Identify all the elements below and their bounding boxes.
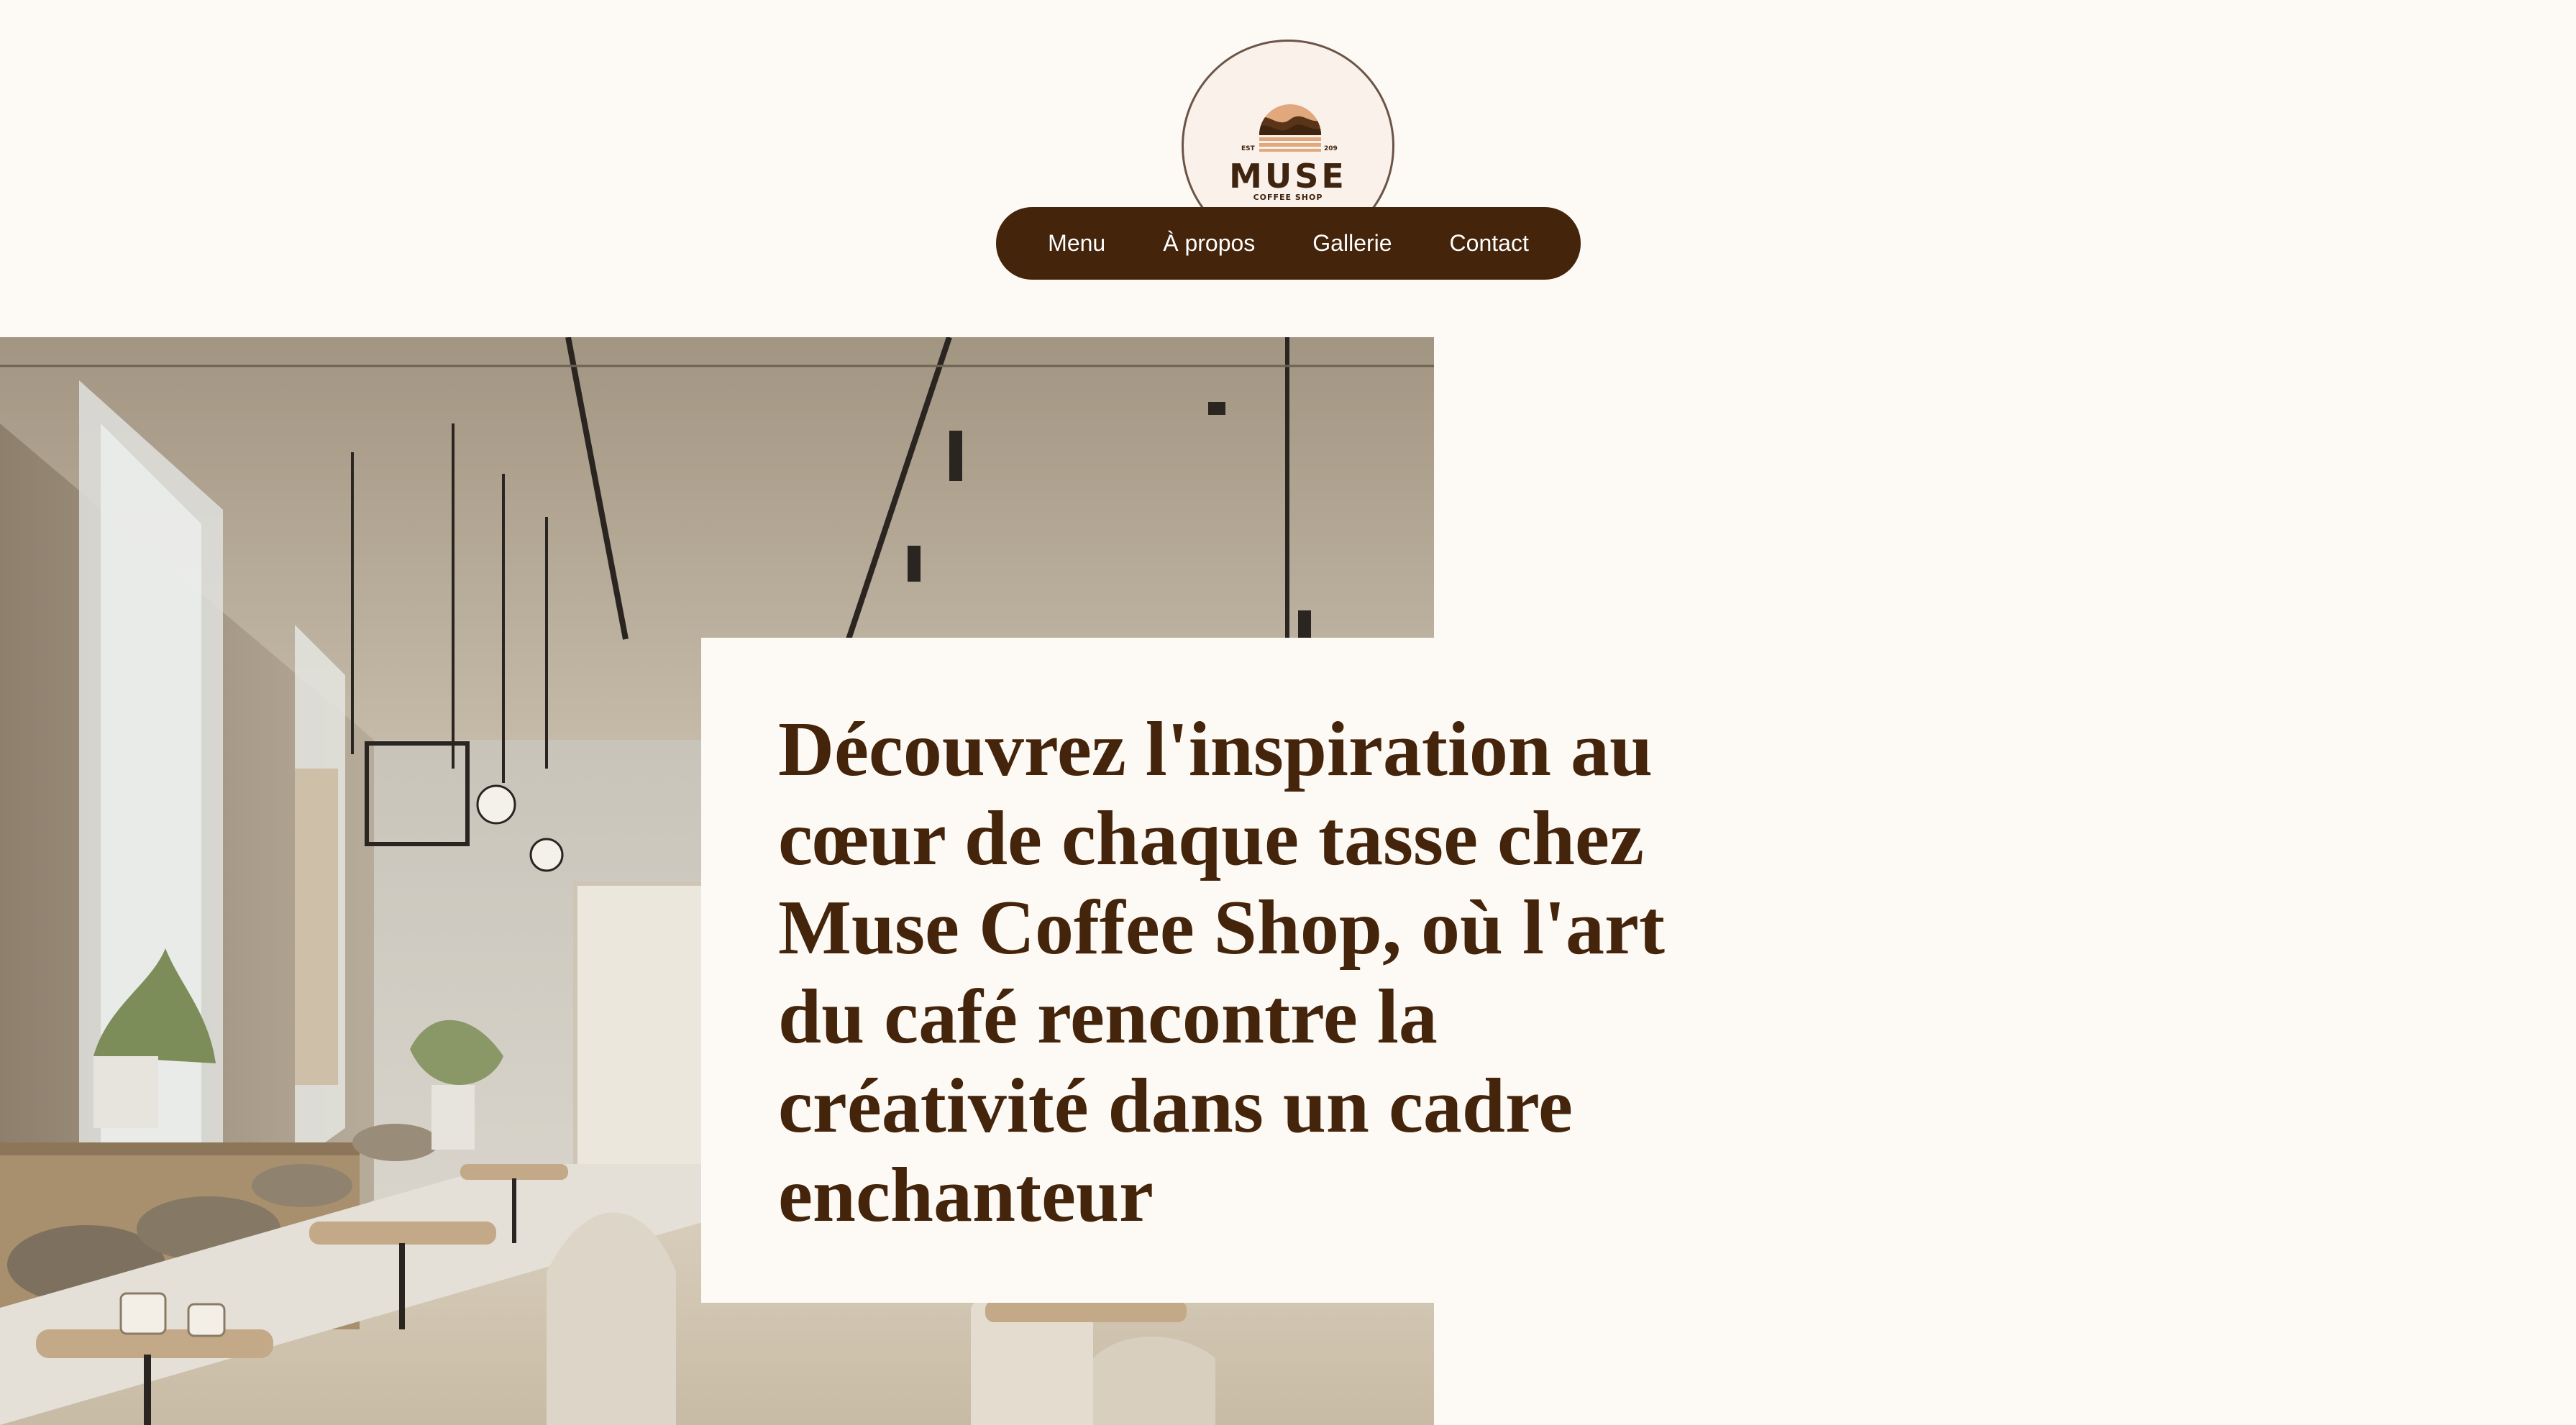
logo-subtitle: COFFEE SHOP [1253,193,1323,202]
logo-est-left: EST [1241,145,1255,152]
logo-est-right: 209 [1324,145,1338,152]
hero-heading: Découvrez l'inspiration au cœur de chaqu… [778,707,1665,1238]
nav-link-menu[interactable]: Menu [1048,230,1105,257]
main-navigation: Menu À propos Gallerie Contact [996,207,1581,280]
hero-text-card: Découvrez l'inspiration au cœur de chaqu… [701,638,1665,1303]
nav-link-gallerie[interactable]: Gallerie [1312,230,1392,257]
nav-link-contact[interactable]: Contact [1450,230,1529,257]
nav-link-a-propos[interactable]: À propos [1163,230,1255,257]
logo-name: MUSE [1229,157,1347,196]
